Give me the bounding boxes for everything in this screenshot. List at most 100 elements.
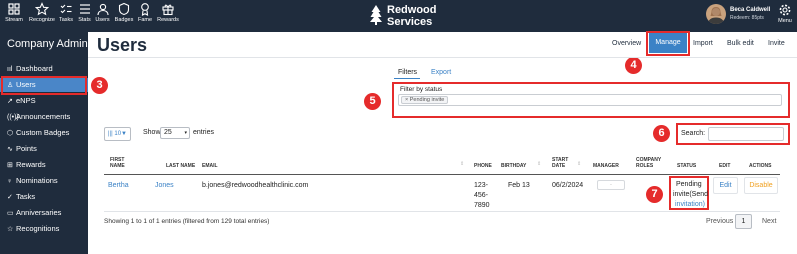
tab-invite[interactable]: Invite <box>768 40 785 47</box>
brand-name-line2: Services <box>387 16 433 28</box>
highlight-users-item <box>1 76 87 95</box>
nav-recognize[interactable]: Recognize <box>27 2 57 23</box>
sidebar-item-anniversaries[interactable]: ▭ Anniversaries <box>0 206 88 220</box>
disable-button[interactable]: Disable <box>744 177 778 194</box>
cell-last-name[interactable]: Jones <box>155 181 174 191</box>
pagination-previous[interactable]: Previous <box>706 218 733 225</box>
sidebar-item-rewards[interactable]: ⊞ Rewards <box>0 158 88 172</box>
users-icon <box>96 2 110 16</box>
columns-button[interactable]: ||| 10▼ <box>104 127 131 141</box>
col-header-birthday[interactable]: BIRTHDAY <box>501 163 526 169</box>
nav-stream-label: Stream <box>5 17 23 23</box>
stats-icon <box>78 2 92 16</box>
nav-tasks[interactable]: Tasks <box>57 2 75 23</box>
gear-icon <box>778 3 792 17</box>
col-header-manager[interactable]: MANAGER <box>593 163 619 169</box>
table-header-divider <box>104 174 780 175</box>
tab-filters[interactable]: Filters <box>398 69 417 76</box>
send-invitation-link-line2[interactable]: invitation) <box>675 200 705 210</box>
brand-name-line1: Redwood <box>387 4 437 16</box>
menu-label: Menu <box>778 18 792 24</box>
step-badge-6: 6 <box>653 125 670 142</box>
table-info: Showing 1 to 1 of 1 entries (filtered fr… <box>104 218 270 225</box>
sidebar-item-tasks[interactable]: ✓ Tasks <box>0 190 88 204</box>
page-length-select[interactable]: 25 ▾ <box>160 127 190 139</box>
star-icon <box>34 2 50 16</box>
trend-icon: ↗ <box>7 98 13 105</box>
nav-rewards[interactable]: Rewards <box>156 2 180 23</box>
sidebar-item-enps[interactable]: ↗ eNPS <box>0 94 88 108</box>
nav-users[interactable]: Users <box>94 2 111 23</box>
sidebar-title: Company Admin <box>7 38 88 50</box>
sidebar-item-label: Custom Badges <box>16 128 70 137</box>
sidebar: Company Admin ııl Dashboard ♙ Users ↗ eNPS … <box>0 32 88 254</box>
col-header-company-roles[interactable]: COMPANY ROLES <box>636 157 668 169</box>
cell-first-name[interactable]: Bertha <box>108 181 129 191</box>
header-divider <box>88 57 797 58</box>
col-header-last-name[interactable]: LAST NAME <box>166 163 195 169</box>
tab-bulk-edit[interactable]: Bulk edit <box>727 40 754 47</box>
menu-button[interactable]: Menu <box>776 3 794 24</box>
tab-import[interactable]: Import <box>693 40 713 47</box>
badge-icon: ⬡ <box>7 130 14 137</box>
cell-email: b.jones@redwoodhealthclinic.com <box>202 182 309 189</box>
sidebar-item-label: eNPS <box>16 96 36 105</box>
cell-birthday: Feb 13 <box>508 182 530 189</box>
status-filter-label: Filter by status <box>400 86 443 93</box>
search-label: Search: <box>681 130 706 137</box>
status-chip-pending-invite[interactable]: × Pending invite <box>401 96 449 104</box>
nav-fame-label: Fame <box>137 17 153 23</box>
sort-icon: ⇕ <box>577 161 582 167</box>
col-header-start-date[interactable]: START DATE <box>552 157 574 169</box>
cell-phone-line3: 7890 <box>474 202 490 209</box>
sidebar-item-label: Rewards <box>16 160 46 169</box>
sidebar-item-dashboard[interactable]: ııl Dashboard <box>0 62 88 76</box>
nav-stream[interactable]: Stream <box>3 2 25 23</box>
send-invitation-link-line1[interactable]: invite(Send <box>673 190 708 200</box>
step-badge-5: 5 <box>364 93 381 110</box>
edit-button[interactable]: Edit <box>713 177 738 194</box>
tab-export[interactable]: Export <box>431 69 451 76</box>
sidebar-item-announcements[interactable]: ((•))Announcements <box>0 110 88 124</box>
calendar-icon: ▭ <box>7 210 14 217</box>
tree-logo-icon <box>370 5 382 25</box>
col-header-phone[interactable]: PHONE <box>474 163 492 169</box>
sidebar-item-points[interactable]: ∿ Points <box>0 142 88 156</box>
col-header-status[interactable]: STATUS <box>677 163 696 169</box>
sidebar-item-recognitions[interactable]: ☆ Recognitions <box>0 222 88 236</box>
nav-tasks-label: Tasks <box>58 17 74 23</box>
sidebar-item-label: Points <box>16 144 37 153</box>
col-header-actions: ACTIONS <box>749 163 772 169</box>
cell-phone-line1: 123- <box>474 182 489 189</box>
sidebar-item-label: Announcements <box>16 112 71 121</box>
tab-overview[interactable]: Overview <box>612 40 641 47</box>
sidebar-item-nominations[interactable]: ♀ Nominations <box>0 174 88 188</box>
nav-badges-label: Badges <box>114 17 134 23</box>
manager-select[interactable]: - <box>597 180 625 190</box>
user-name[interactable]: Beca Caldwell <box>730 7 770 13</box>
nav-stats[interactable]: Stats <box>76 2 93 23</box>
sidebar-item-custom-badges[interactable]: ⬡ Custom Badges <box>0 126 88 140</box>
gift-icon: ⊞ <box>7 162 13 169</box>
pagination-next[interactable]: Next <box>762 218 776 225</box>
dashboard-icon: ııl <box>7 66 13 73</box>
sort-icon: ⇕ <box>460 161 465 167</box>
cell-phone-line2: 456- <box>474 192 489 199</box>
nav-fame[interactable]: Fame <box>136 2 154 23</box>
pagination-page-1[interactable]: 1 <box>735 214 752 229</box>
nav-badges[interactable]: Badges <box>113 2 135 23</box>
col-header-edit: EDIT <box>719 163 731 169</box>
step-badge-3: 3 <box>91 77 108 94</box>
cell-start-date: 06/2/2024 <box>552 182 584 189</box>
page-length-value: 25 <box>164 129 172 136</box>
chevron-down-icon: ▾ <box>184 130 187 136</box>
col-header-email[interactable]: EMAIL <box>202 163 218 169</box>
status-filter-input[interactable]: × Pending invite <box>398 94 782 106</box>
ribbon-icon: ♀ <box>7 178 13 185</box>
sidebar-item-label: Anniversaries <box>16 208 62 217</box>
avatar[interactable] <box>706 4 726 24</box>
col-header-first-name[interactable]: FIRST NAME <box>110 157 132 169</box>
active-tab-underline <box>394 78 420 79</box>
search-input[interactable] <box>708 127 784 141</box>
sidebar-item-label: Nominations <box>16 176 58 185</box>
